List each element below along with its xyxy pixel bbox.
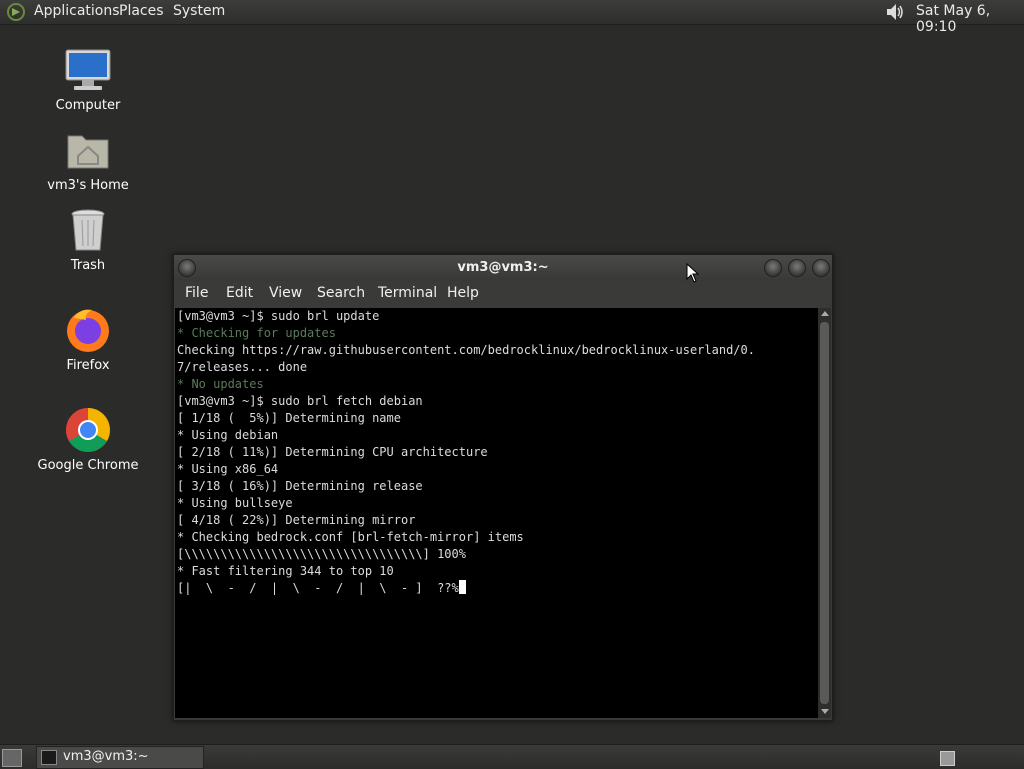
desktop-icon-label: Google Chrome [37, 458, 139, 473]
terminal-line: 7/releases... done [177, 360, 308, 374]
minimize-button[interactable] [764, 259, 782, 277]
firefox-icon [67, 309, 109, 352]
bottom-panel: vm3@vm3:~ [0, 744, 1024, 769]
desktop-icon-label: Trash [70, 258, 106, 273]
scroll-down-arrow-icon[interactable] [821, 709, 829, 714]
computer-icon [65, 49, 111, 90]
terminal-line: * Using debian [177, 428, 279, 442]
terminal-cursor [458, 580, 466, 594]
show-desktop-icon[interactable] [2, 749, 22, 767]
window-title: vm3@vm3:~ [457, 260, 549, 275]
desktop-icon-label: Firefox [66, 358, 110, 373]
terminal-line-text: [| \ - / | \ - / | \ - ] ??% [177, 581, 459, 595]
taskbar-window-label: vm3@vm3:~ [63, 749, 149, 764]
workspace-switcher[interactable] [940, 751, 955, 766]
chrome-icon [66, 408, 110, 452]
terminal-line: * Checking for updates [177, 326, 336, 340]
terminal-line: [\\\\\\\\\\\\\\\\\\\\\\\\\\\\\\\\\] 100% [177, 547, 466, 561]
terminal-icon [41, 750, 57, 765]
terminal-line: [vm3@vm3 ~]$ sudo brl update [177, 309, 380, 323]
terminal-line: [ 1/18 ( 5%)] Determining name [177, 411, 401, 425]
trash-icon [71, 209, 105, 251]
scrollbar-thumb[interactable] [820, 322, 829, 704]
terminal-scrollbar[interactable] [818, 308, 831, 718]
menu-places[interactable]: Places [119, 3, 164, 19]
top-panel: Applications Places System Sat May 6, 09… [0, 0, 1024, 35]
terminal-window[interactable]: vm3@vm3:~ File Edit View Search Terminal… [173, 254, 833, 721]
terminal-line: * Fast filtering 344 to top 10 [177, 564, 394, 578]
terminal-line: [ 4/18 ( 22%)] Determining mirror [177, 513, 416, 527]
terminal-line: Checking https://raw.githubusercontent.c… [177, 343, 755, 357]
scroll-up-arrow-icon[interactable] [821, 311, 829, 316]
terminal-line-current: [| \ - / | \ - / | \ - ] ??% [177, 580, 819, 597]
window-menubar: File Edit View Search Terminal Help [174, 281, 832, 307]
terminal-line: * Using bullseye [177, 496, 293, 510]
speaker-icon[interactable] [884, 1, 906, 23]
desktop-icon-label: vm3's Home [47, 178, 129, 193]
menu-help[interactable]: Help [447, 285, 479, 301]
menu-view[interactable]: View [269, 285, 302, 301]
terminal-line: [ 2/18 ( 11%)] Determining CPU architect… [177, 445, 488, 459]
taskbar-window-button[interactable]: vm3@vm3:~ [36, 746, 204, 769]
terminal-line: [vm3@vm3 ~]$ sudo brl fetch debian [177, 394, 423, 408]
maximize-button[interactable] [788, 259, 806, 277]
menu-search[interactable]: Search [317, 285, 365, 301]
terminal-line: * Using x86_64 [177, 462, 279, 476]
window-titlebar[interactable]: vm3@vm3:~ [174, 255, 832, 281]
menu-system[interactable]: System [173, 3, 225, 19]
terminal-line: * No updates [177, 377, 264, 391]
home-folder-icon [67, 135, 109, 169]
terminal-line: [ 3/18 ( 16%)] Determining release [177, 479, 423, 493]
distro-logo-icon[interactable] [6, 2, 26, 22]
clock[interactable]: Sat May 6, 09:10 [916, 3, 1024, 35]
mouse-pointer-icon [686, 263, 700, 283]
desktop-icon-label: Computer [55, 98, 121, 113]
menu-file[interactable]: File [185, 285, 208, 301]
terminal-output[interactable]: [vm3@vm3 ~]$ sudo brl update * Checking f… [175, 308, 819, 718]
menu-edit[interactable]: Edit [226, 285, 253, 301]
menu-applications[interactable]: Applications [34, 3, 120, 19]
terminal-line: * Checking bedrock.conf [brl-fetch-mirro… [177, 530, 524, 544]
close-button[interactable] [812, 259, 830, 277]
menu-terminal[interactable]: Terminal [378, 285, 437, 301]
